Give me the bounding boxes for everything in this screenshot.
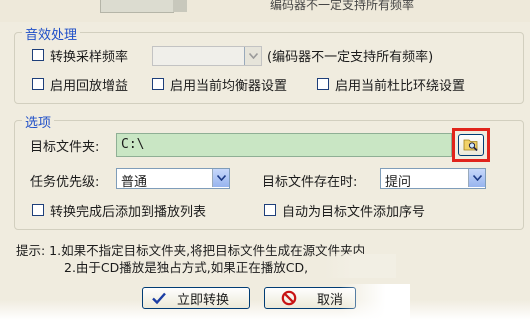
chevron-down-icon xyxy=(472,175,482,181)
convert-samplerate-checkbox[interactable] xyxy=(32,49,44,61)
equalizer-checkbox[interactable] xyxy=(152,78,164,90)
dolby-label: 启用当前杜比环绕设置 xyxy=(335,79,466,94)
folder-search-icon xyxy=(463,139,478,152)
audio-effects-title: 音效处理 xyxy=(22,24,81,43)
target-folder-input[interactable]: C:\ xyxy=(116,133,452,157)
add-to-playlist-checkbox[interactable] xyxy=(32,204,44,216)
add-sequence-checkbox[interactable] xyxy=(264,204,276,216)
samplerate-dropdown-button[interactable] xyxy=(244,47,261,65)
chevron-down-icon xyxy=(248,53,258,59)
replay-gain-checkbox[interactable] xyxy=(32,78,44,90)
corner-fade-overlay xyxy=(340,284,410,320)
file-exists-label: 目标文件存在时: xyxy=(262,175,358,190)
priority-dropdown-button[interactable] xyxy=(212,169,229,187)
samplerate-note: (编码器不一定支持所有频率) xyxy=(267,50,434,65)
options-title: 选项 xyxy=(22,112,55,131)
tip-fade-overlay xyxy=(324,254,396,278)
add-to-playlist-label: 转换完成后添加到播放列表 xyxy=(50,205,207,220)
replay-gain-label: 启用回放增益 xyxy=(50,79,129,94)
priority-value: 普通 xyxy=(121,175,148,190)
tip-line-2: 2.由于CD播放是独占方式,如果正在播放CD, xyxy=(64,260,309,275)
chevron-down-icon xyxy=(216,175,226,181)
samplerate-select[interactable] xyxy=(152,46,262,66)
add-sequence-label: 自动为目标文件添加序号 xyxy=(282,205,426,220)
file-exists-value: 提问 xyxy=(385,175,412,190)
target-folder-value: C:\ xyxy=(121,137,145,152)
checkmark-icon xyxy=(152,292,166,305)
convert-now-button[interactable]: 立即转换 xyxy=(142,287,250,309)
priority-label: 任务优先级: xyxy=(30,175,100,190)
file-exists-dropdown-button[interactable] xyxy=(468,169,485,187)
priority-select[interactable]: 普通 xyxy=(116,168,230,190)
target-folder-label: 目标文件夹: xyxy=(30,140,100,155)
dolby-checkbox[interactable] xyxy=(317,78,329,90)
browse-folder-button[interactable] xyxy=(458,134,484,156)
equalizer-label: 启用当前均衡器设置 xyxy=(170,79,288,94)
convert-samplerate-label: 转换采样频率 xyxy=(50,50,129,65)
cancel-icon xyxy=(281,290,297,306)
top-partial-area xyxy=(0,0,530,22)
convert-now-label: 立即转换 xyxy=(177,292,230,308)
file-exists-select[interactable]: 提问 xyxy=(380,168,486,190)
top-partial-field xyxy=(100,0,174,13)
top-partial-text: 编码器不一定支持所有频率 xyxy=(270,0,415,12)
top-partial-dropdown xyxy=(173,0,187,12)
